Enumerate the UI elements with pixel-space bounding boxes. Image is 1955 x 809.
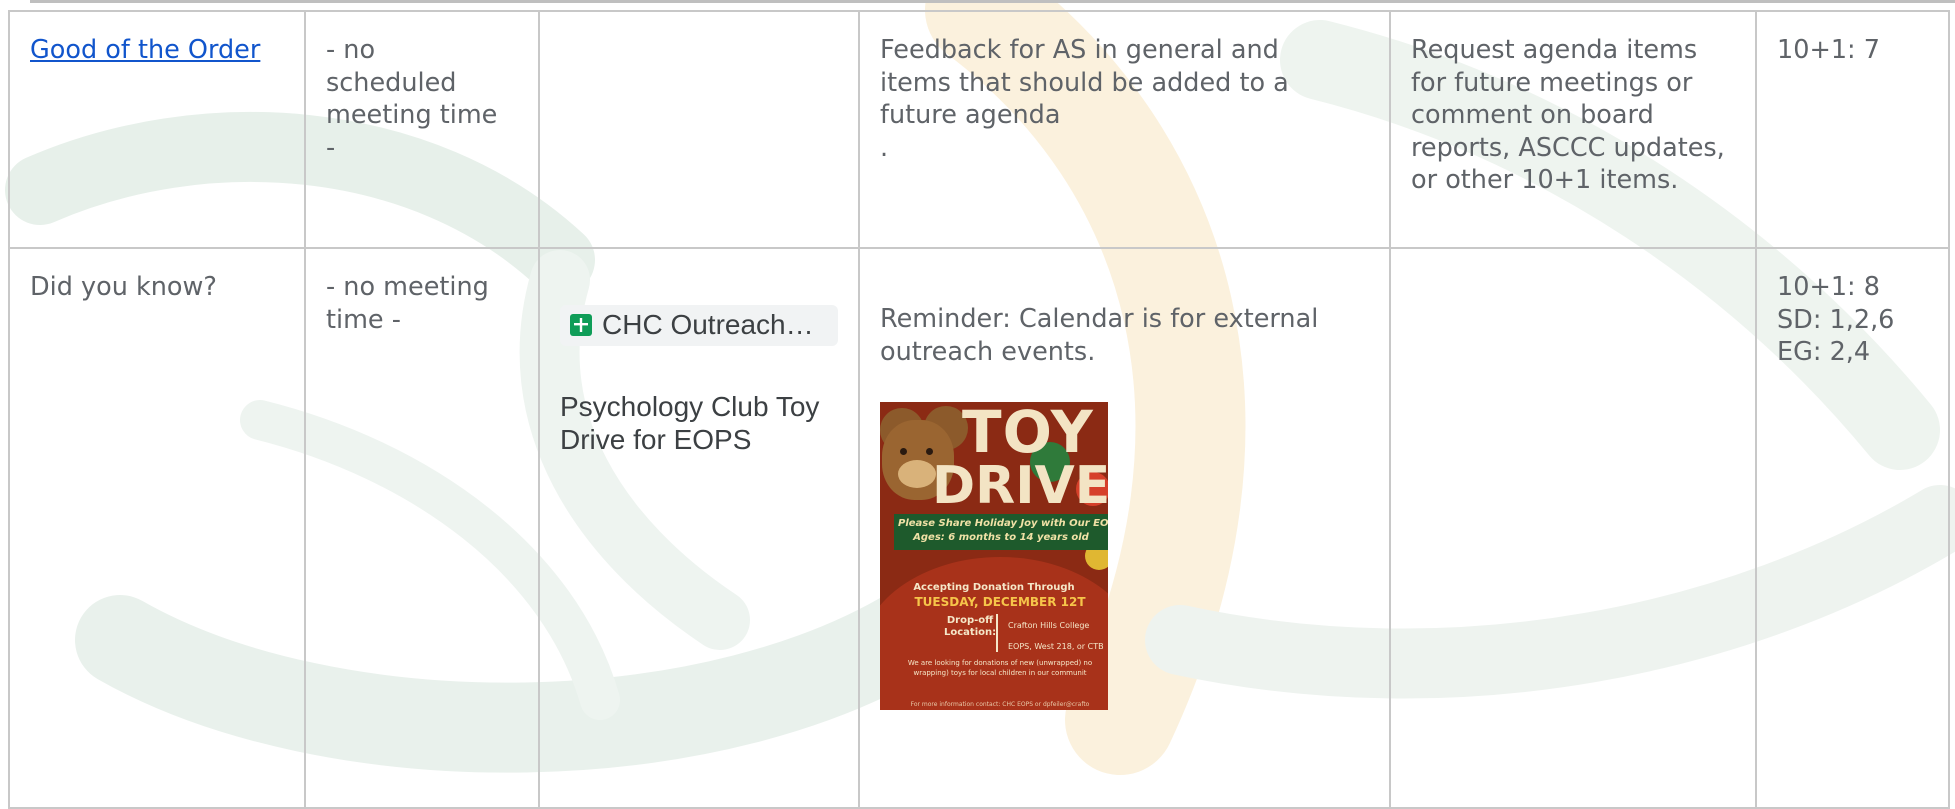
time-cell: - no meeting time - [304, 247, 540, 809]
time-cell: - no scheduled meeting time - [304, 10, 540, 249]
purpose-text: Reminder: Calendar is for external outre… [880, 303, 1369, 368]
file-chip-label: CHC Outreach… [602, 309, 814, 340]
google-sheets-icon [570, 314, 592, 337]
alignment-cell: 10+1: 7 [1755, 10, 1950, 249]
poster-dropoff-line: Drop-off [946, 615, 994, 626]
poster-fine-print: We are looking for donations of new (unw… [890, 658, 1108, 678]
poster-bear-eye [926, 448, 933, 455]
poster-bear-snout [898, 460, 936, 488]
poster-fine-line: wrapping) toys for local children in our… [913, 669, 1087, 677]
time-line: - [326, 132, 336, 163]
time-line: - no meeting [326, 272, 489, 302]
poster-title-top: TOY [962, 402, 1094, 466]
alignment-line: EG: 2,4 [1777, 337, 1871, 367]
topic-cell: Did you know? [8, 247, 306, 809]
outcome-cell [1389, 247, 1757, 809]
purpose-line: future agenda [880, 100, 1061, 130]
outcome-cell: Request agenda items for future meetings… [1389, 10, 1757, 249]
table-top-border [30, 0, 1955, 3]
time-line: time - [326, 304, 401, 335]
outcome-line: Request agenda items [1411, 35, 1698, 65]
purpose-line: items that should be added to a [880, 67, 1289, 98]
outcome-line: reports, ASCCC updates, [1411, 132, 1725, 163]
poster-bear-eye [900, 448, 907, 455]
poster-banner: Please Share Holiday Joy with Our EOPS A… [894, 514, 1108, 550]
did-you-know-label: Did you know? [30, 272, 217, 302]
poster-fine-line: We are looking for donations of new (unw… [907, 659, 1093, 667]
event-title: Psychology Club Toy Drive for EOPS [560, 390, 838, 456]
documents-cell: CHC Outreach… Psychology Club Toy Drive … [538, 247, 860, 809]
poster-dropoff-line: Location: [944, 627, 997, 638]
purpose-cell: Reminder: Calendar is for external outre… [858, 247, 1391, 809]
alignment-line: SD: 1,2,6 [1777, 304, 1895, 335]
time-line: scheduled [326, 67, 457, 98]
agenda-table: Good of the Order - no scheduled meeting… [8, 10, 1950, 809]
event-title-line: Psychology Club Toy [560, 390, 820, 422]
outcome-line: comment on board [1411, 100, 1654, 130]
poster-dropoff: Drop-off Location: [944, 615, 996, 639]
purpose-line: Reminder: Calendar is for external [880, 304, 1319, 334]
purpose-cell: Feedback for AS in general and items tha… [858, 10, 1391, 249]
purpose-line: outreach events. [880, 336, 1096, 367]
table-row: Did you know? - no meeting time - CHC Ou… [8, 247, 1950, 809]
outcome-line: or other 10+1 items. [1411, 165, 1679, 195]
documents-cell [538, 10, 860, 249]
poster-contact: For more information contact: CHC EOPS o… [910, 701, 1090, 708]
poster-date: TUESDAY, DECEMBER 12T [914, 595, 1086, 609]
poster-banner-line: Please Share Holiday Joy with Our EOPS [898, 518, 1108, 529]
time-line: - no [326, 35, 376, 65]
alignment-cell: 10+1: 8 SD: 1,2,6 EG: 2,4 [1755, 247, 1950, 809]
topic-cell: Good of the Order [8, 10, 306, 249]
alignment-line: 10+1: 8 [1777, 272, 1880, 302]
poster-banner-line: Ages: 6 months to 14 years old [913, 532, 1089, 543]
table-row: Good of the Order - no scheduled meeting… [8, 10, 1950, 249]
purpose-line: . [880, 132, 889, 163]
alignment-line: 10+1: 7 [1777, 35, 1880, 65]
poster-location-line: Crafton Hills College [1008, 621, 1090, 630]
poster-location: Crafton Hills College EOPS, West 218, or… [1008, 615, 1104, 657]
time-line: meeting time [326, 100, 498, 130]
poster-divider [996, 614, 998, 652]
poster-location-line: EOPS, West 218, or CTB [1008, 642, 1104, 651]
toy-drive-poster-image[interactable]: TOY DRIVE Please Share Holiday Joy with … [880, 402, 1108, 710]
good-of-the-order-link[interactable]: Good of the Order [30, 35, 260, 65]
outcome-line: for future meetings or [1411, 67, 1693, 98]
purpose-line: Feedback for AS in general and [880, 35, 1279, 65]
event-title-line: Drive for EOPS [560, 423, 752, 455]
poster-title-bottom: DRIVE [932, 456, 1108, 516]
cHC-outreach-file-chip[interactable]: CHC Outreach… [560, 305, 838, 346]
